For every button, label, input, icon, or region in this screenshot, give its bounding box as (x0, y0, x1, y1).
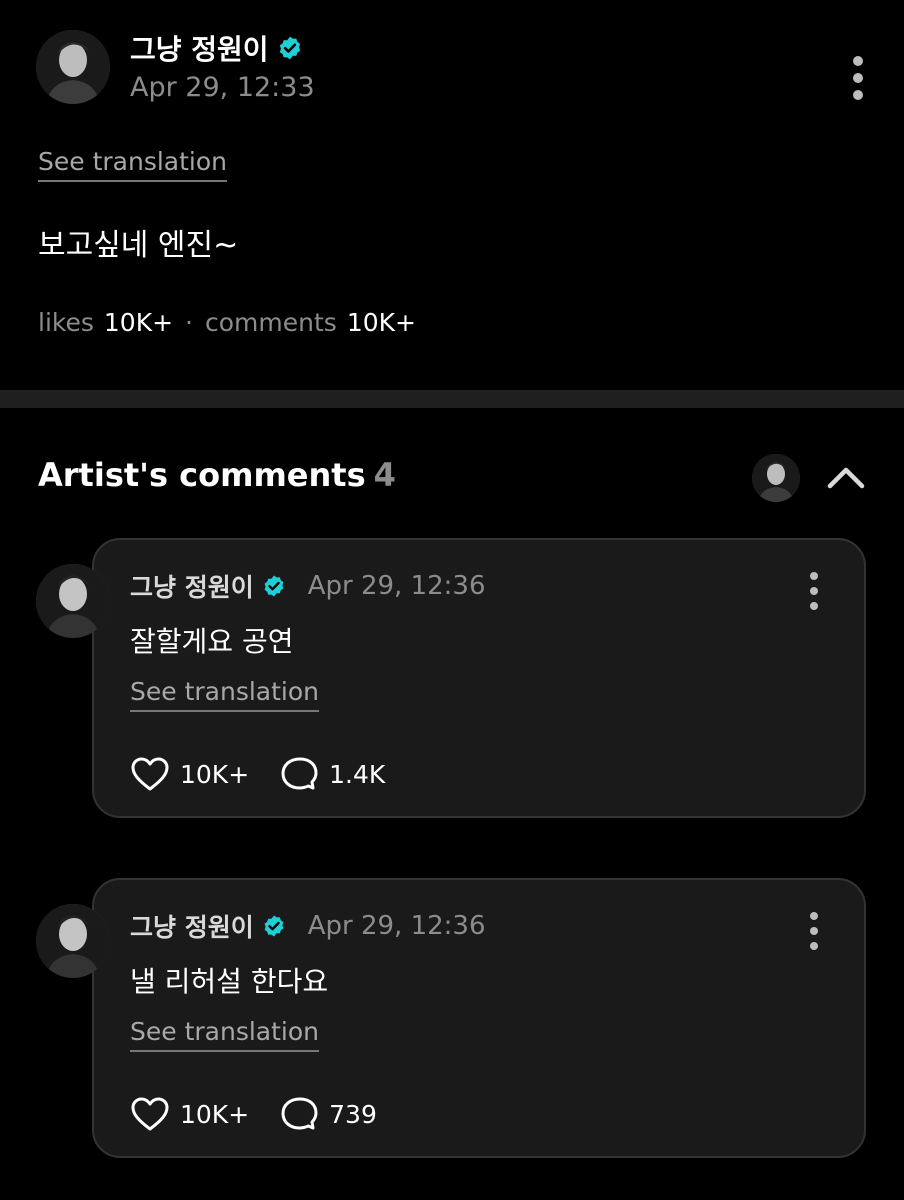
verified-badge-icon (262, 914, 286, 938)
comment-reply-count: 1.4K (329, 759, 386, 789)
comment-timestamp: Apr 29, 12:36 (307, 911, 486, 941)
post-see-translation-link[interactable]: See translation (38, 148, 228, 182)
comment-bubble-icon[interactable] (279, 1096, 319, 1132)
verified-badge-icon (277, 35, 303, 61)
comment-text: 잘할게요 공연 (130, 625, 294, 658)
comment-actions: 10K+ 1.4K (130, 756, 385, 792)
comment-timestamp: Apr 29, 12:36 (307, 571, 486, 601)
comment-author-row: 그냥 정원이 Apr 29, 12:36 (130, 908, 486, 944)
comment-like-count: 10K+ (180, 759, 250, 789)
artist-comments-title: Artist's comments 4 (38, 456, 396, 494)
comments-label: comments (205, 308, 337, 337)
post-body-text: 보고싶네 엔진~ (38, 228, 239, 263)
verified-badge-icon (262, 574, 286, 598)
artist-comments-count: 4 (373, 456, 396, 494)
comment-author-row: 그냥 정원이 Apr 29, 12:36 (130, 568, 486, 604)
stats-separator: · (185, 308, 193, 337)
comment-like-count: 10K+ (180, 1099, 250, 1129)
comment-actions: 10K+ 739 (130, 1096, 377, 1132)
comment-author-avatar[interactable] (36, 904, 110, 978)
post-more-icon[interactable] (848, 56, 868, 100)
heart-icon[interactable] (130, 756, 170, 792)
artist-comments-label: Artist's comments (38, 456, 366, 494)
comment-see-translation-link[interactable]: See translation (130, 1018, 320, 1052)
comment-reply-count: 739 (329, 1099, 377, 1129)
artist-comment-card: 그냥 정원이 Apr 29, 12:36 낼 리허설 한다요 See trans… (92, 878, 866, 1158)
artist-avatar[interactable] (752, 454, 800, 502)
comment-author-name[interactable]: 그냥 정원이 (130, 908, 254, 944)
artist-comment-card: 그냥 정원이 Apr 29, 12:36 잘할게요 공연 See transla… (92, 538, 866, 818)
likes-count: 10K+ (103, 308, 174, 337)
comment-see-translation-link[interactable]: See translation (130, 678, 320, 712)
chevron-up-icon[interactable] (826, 462, 866, 494)
post-author-row: 그냥 정원이 (130, 28, 303, 68)
comment-author-name[interactable]: 그냥 정원이 (130, 568, 254, 604)
comment-text: 낼 리허설 한다요 (130, 965, 329, 998)
heart-icon[interactable] (130, 1096, 170, 1132)
comment-author-avatar[interactable] (36, 564, 110, 638)
likes-label: likes (38, 308, 94, 337)
post-author-name[interactable]: 그냥 정원이 (130, 28, 269, 68)
post-author-avatar[interactable] (36, 30, 110, 104)
comment-more-icon[interactable] (804, 912, 824, 950)
post-stats: likes 10K+ · comments 10K+ (38, 308, 416, 337)
post-timestamp: Apr 29, 12:33 (130, 72, 315, 103)
comment-more-icon[interactable] (804, 572, 824, 610)
comments-count: 10K+ (346, 308, 416, 337)
section-divider (0, 390, 904, 408)
comment-bubble-icon[interactable] (279, 756, 319, 792)
